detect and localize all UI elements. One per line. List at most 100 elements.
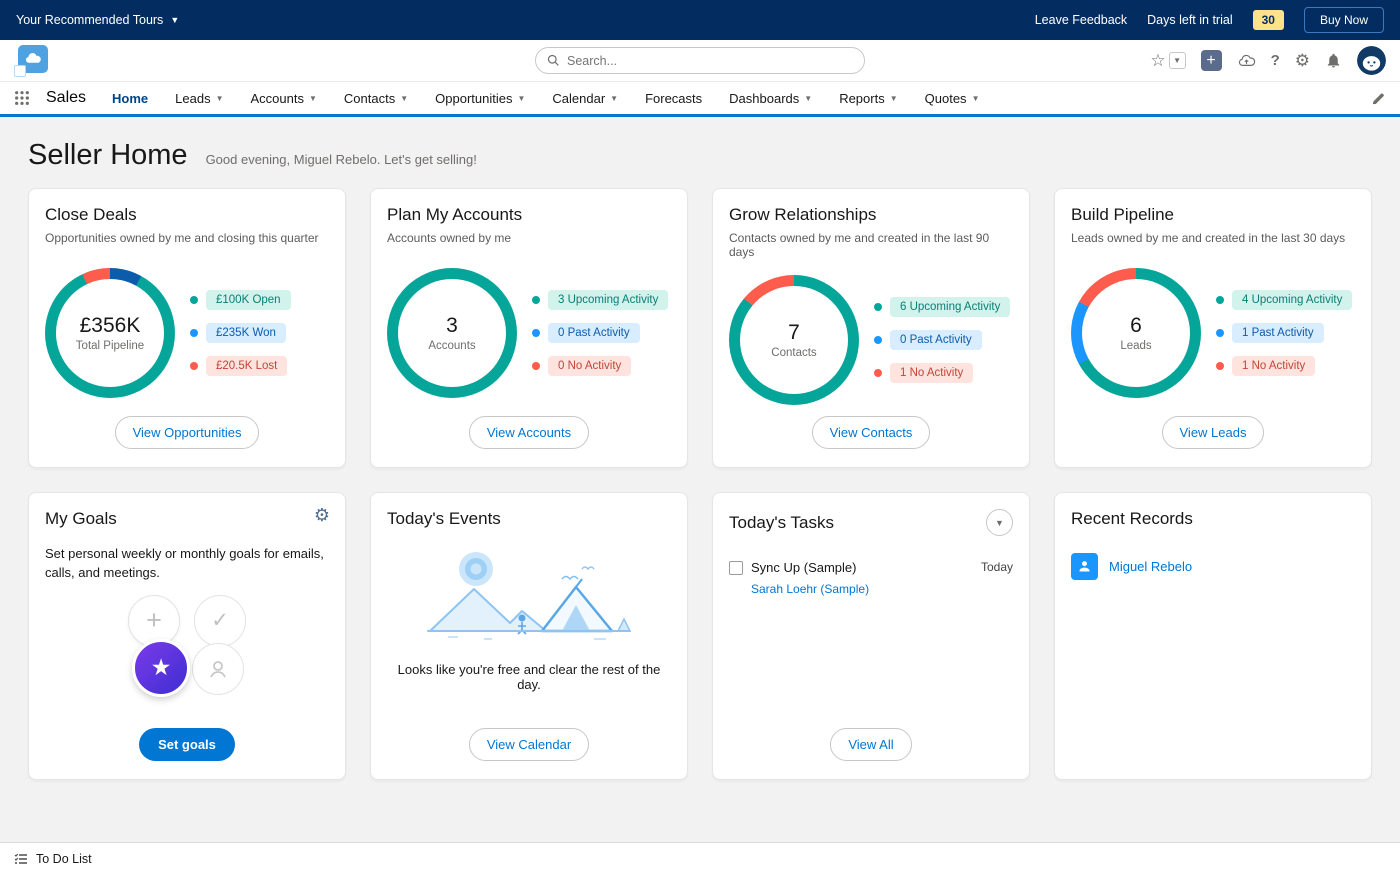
card-build-pipeline: Build Pipeline Leads owned by me and cre…: [1054, 188, 1372, 468]
app-launcher-icon[interactable]: [14, 90, 30, 106]
tab-label: Reports: [839, 90, 885, 106]
card-close-deals: Close Deals Opportunities owned by me an…: [28, 188, 346, 468]
legend-item: 3 Upcoming Activity: [532, 289, 669, 310]
blue-dot-icon: [532, 328, 540, 337]
recent-record-link[interactable]: Miguel Rebelo: [1109, 559, 1192, 574]
tab-reports[interactable]: Reports ▼: [839, 82, 897, 114]
donut-center-label: Total Pipeline: [75, 339, 145, 352]
donut-center: £356K Total Pipeline: [56, 278, 164, 387]
donut-legend: £100K Open £235K Won £20.5K Lost: [190, 289, 291, 376]
view-leads-button[interactable]: View Leads: [1161, 416, 1265, 449]
task-contact-link[interactable]: Sarah Loehr (Sample): [751, 582, 1013, 596]
legend-item: £235K Won: [190, 322, 291, 343]
task-due-date: Today: [980, 560, 1013, 574]
tab-label: Dashboards: [729, 90, 800, 106]
tab-home[interactable]: Home: [112, 82, 148, 114]
legend-pill-past: 0 Past Activity: [548, 322, 640, 343]
user-avatar[interactable]: [1357, 46, 1386, 75]
contacts-donut-chart: 7 Contacts: [729, 274, 859, 405]
blue-dot-icon: [190, 328, 198, 337]
card-title: Today's Tasks: [729, 512, 834, 532]
chevron-down-icon: ▼: [804, 93, 813, 103]
tab-leads[interactable]: Leads ▼: [175, 82, 223, 114]
tab-dashboards[interactable]: Dashboards ▼: [729, 82, 812, 114]
star-circle-icon: ★: [132, 638, 190, 697]
donut-center-value: 6: [1130, 313, 1142, 337]
salesforce-logo[interactable]: [14, 44, 48, 77]
card-title: Build Pipeline: [1071, 205, 1175, 224]
tab-quotes[interactable]: Quotes ▼: [925, 82, 980, 114]
card-subtitle: Opportunities owned by me and closing th…: [45, 231, 319, 245]
cloud-upload-icon[interactable]: [1237, 53, 1256, 69]
favorites-star-icon[interactable]: ☆: [1150, 51, 1165, 71]
notifications-bell-icon[interactable]: [1325, 52, 1342, 69]
tab-label: Accounts: [250, 90, 304, 106]
chevron-down-icon: ▼: [995, 517, 1004, 528]
legend-item: 6 Upcoming Activity: [874, 296, 1011, 317]
page-header: Seller Home Good evening, Miguel Rebelo.…: [28, 139, 1372, 172]
legend-item: 0 Past Activity: [532, 322, 668, 343]
card-title: My Goals: [45, 509, 117, 528]
help-icon[interactable]: ?: [1271, 52, 1280, 69]
card-todays-tasks: Today's Tasks ▼ Sync Up (Sample) Today S…: [712, 492, 1030, 780]
goals-illustration: + ✓ ★: [128, 594, 246, 707]
tab-label: Quotes: [924, 90, 967, 106]
edit-pencil-icon[interactable]: [1371, 91, 1386, 106]
leads-donut-chart: 6 Leads: [1071, 267, 1201, 398]
search-input[interactable]: [567, 53, 853, 68]
page-title: Seller Home: [28, 139, 188, 171]
salesforce-app-window: Your Recommended Tours ▼ Leave Feedback …: [0, 0, 1400, 875]
card-todays-events: Today's Events Looks like you're free an…: [370, 492, 688, 780]
view-calendar-button[interactable]: View Calendar: [468, 728, 590, 761]
recommended-tours-menu[interactable]: Your Recommended Tours ▼: [16, 13, 179, 27]
legend-item: 1 Past Activity: [1216, 322, 1352, 343]
user-record-icon[interactable]: [1071, 553, 1098, 580]
chevron-down-icon: ▼: [308, 93, 317, 103]
tasks-dropdown-button[interactable]: ▼: [986, 509, 1013, 536]
leave-feedback-link[interactable]: Leave Feedback: [1035, 13, 1127, 27]
tab-opportunities[interactable]: Opportunities ▼: [435, 82, 525, 114]
card-grow-relationships: Grow Relationships Contacts owned by me …: [712, 188, 1030, 468]
global-search[interactable]: [535, 47, 865, 74]
favorites-caret-button[interactable]: ▼: [1168, 52, 1186, 69]
tab-accounts[interactable]: Accounts ▼: [251, 82, 317, 114]
todo-list-utility-item[interactable]: To Do List: [14, 852, 92, 866]
chevron-down-icon: ▼: [170, 15, 180, 25]
global-header: ☆ ▼ + ? ⚙: [0, 40, 1400, 82]
teal-dot-icon: [532, 295, 540, 304]
donut-center-label: Accounts: [428, 339, 476, 352]
donut-center: 7 Contacts: [740, 285, 848, 394]
red-dot-icon: [190, 361, 198, 370]
card-subtitle: Contacts owned by me and created in the …: [729, 231, 990, 259]
view-all-tasks-button[interactable]: View All: [830, 728, 912, 761]
legend-pill-upcoming: 4 Upcoming Activity: [1232, 289, 1353, 310]
secondary-cards-row: My Goals ⚙ Set personal weekly or monthl…: [28, 492, 1372, 780]
todo-list-icon: [14, 853, 28, 865]
view-accounts-button[interactable]: View Accounts: [468, 416, 590, 449]
legend-pill-open: £100K Open: [206, 289, 291, 310]
blue-dot-icon: [874, 335, 882, 344]
view-opportunities-button[interactable]: View Opportunities: [114, 416, 260, 449]
nav-tabs: Home Leads ▼ Accounts ▼ Contacts ▼ Opportun…: [112, 82, 979, 114]
tab-contacts[interactable]: Contacts ▼: [344, 82, 408, 114]
legend-pill-upcoming: 3 Upcoming Activity: [548, 289, 669, 310]
tab-forecasts[interactable]: Forecasts: [645, 82, 702, 114]
setup-gear-icon[interactable]: ⚙: [1295, 51, 1310, 71]
legend-item: £20.5K Lost: [190, 355, 291, 376]
header-utility-icons: ☆ ▼ + ? ⚙: [1150, 46, 1386, 75]
goals-settings-gear-icon[interactable]: ⚙: [314, 506, 330, 524]
tab-calendar[interactable]: Calendar ▼: [552, 82, 618, 114]
buy-now-button[interactable]: Buy Now: [1303, 7, 1384, 33]
blue-dot-icon: [1216, 328, 1224, 337]
global-actions-plus-icon[interactable]: +: [1200, 50, 1222, 71]
donut-legend: 4 Upcoming Activity 1 Past Activity 1 No…: [1216, 289, 1353, 376]
accounts-donut-chart: 3 Accounts: [387, 267, 517, 398]
legend-item: £100K Open: [190, 289, 291, 310]
task-label[interactable]: Sync Up (Sample): [751, 560, 856, 575]
view-contacts-button[interactable]: View Contacts: [811, 416, 931, 449]
teal-dot-icon: [190, 295, 198, 304]
set-goals-button[interactable]: Set goals: [139, 728, 235, 761]
task-checkbox[interactable]: [729, 561, 743, 575]
card-title: Recent Records: [1071, 509, 1193, 528]
person-circle-icon: [192, 642, 244, 695]
